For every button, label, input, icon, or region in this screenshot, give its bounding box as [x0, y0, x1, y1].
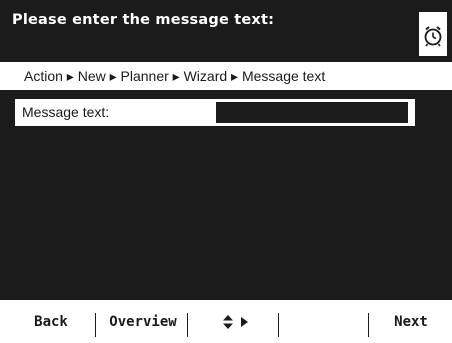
- message-text-row[interactable]: Message text:: [15, 99, 415, 126]
- softkey-divider: [368, 313, 369, 337]
- blank-softkey[interactable]: [282, 300, 368, 343]
- message-text-input[interactable]: [216, 102, 408, 123]
- softkey-divider: [278, 313, 279, 337]
- header-bar: Please enter the message text:: [0, 0, 452, 62]
- terminal-screen: Please enter the message text: Action ▸ …: [0, 0, 452, 343]
- softkey-divider: [95, 313, 96, 337]
- up-down-arrows-icon: [222, 314, 233, 329]
- content-area: Message text:: [0, 90, 452, 300]
- navigate-button[interactable]: [192, 300, 278, 343]
- next-button[interactable]: Next: [372, 300, 450, 343]
- timer-button[interactable]: [418, 11, 448, 57]
- breadcrumb-path: Action ▸ New ▸ Planner ▸ Wizard ▸ Messag…: [24, 68, 326, 84]
- breadcrumb: Action ▸ New ▸ Planner ▸ Wizard ▸ Messag…: [0, 62, 452, 90]
- softkey-divider: [187, 313, 188, 337]
- softkey-bar: Back Overview Next: [0, 300, 452, 343]
- timer-icon: [424, 26, 442, 47]
- right-arrow-icon: [240, 316, 248, 327]
- overview-button[interactable]: Overview: [99, 300, 187, 343]
- message-text-label: Message text:: [22, 104, 110, 120]
- back-button[interactable]: Back: [10, 300, 92, 343]
- page-title: Please enter the message text:: [12, 12, 275, 28]
